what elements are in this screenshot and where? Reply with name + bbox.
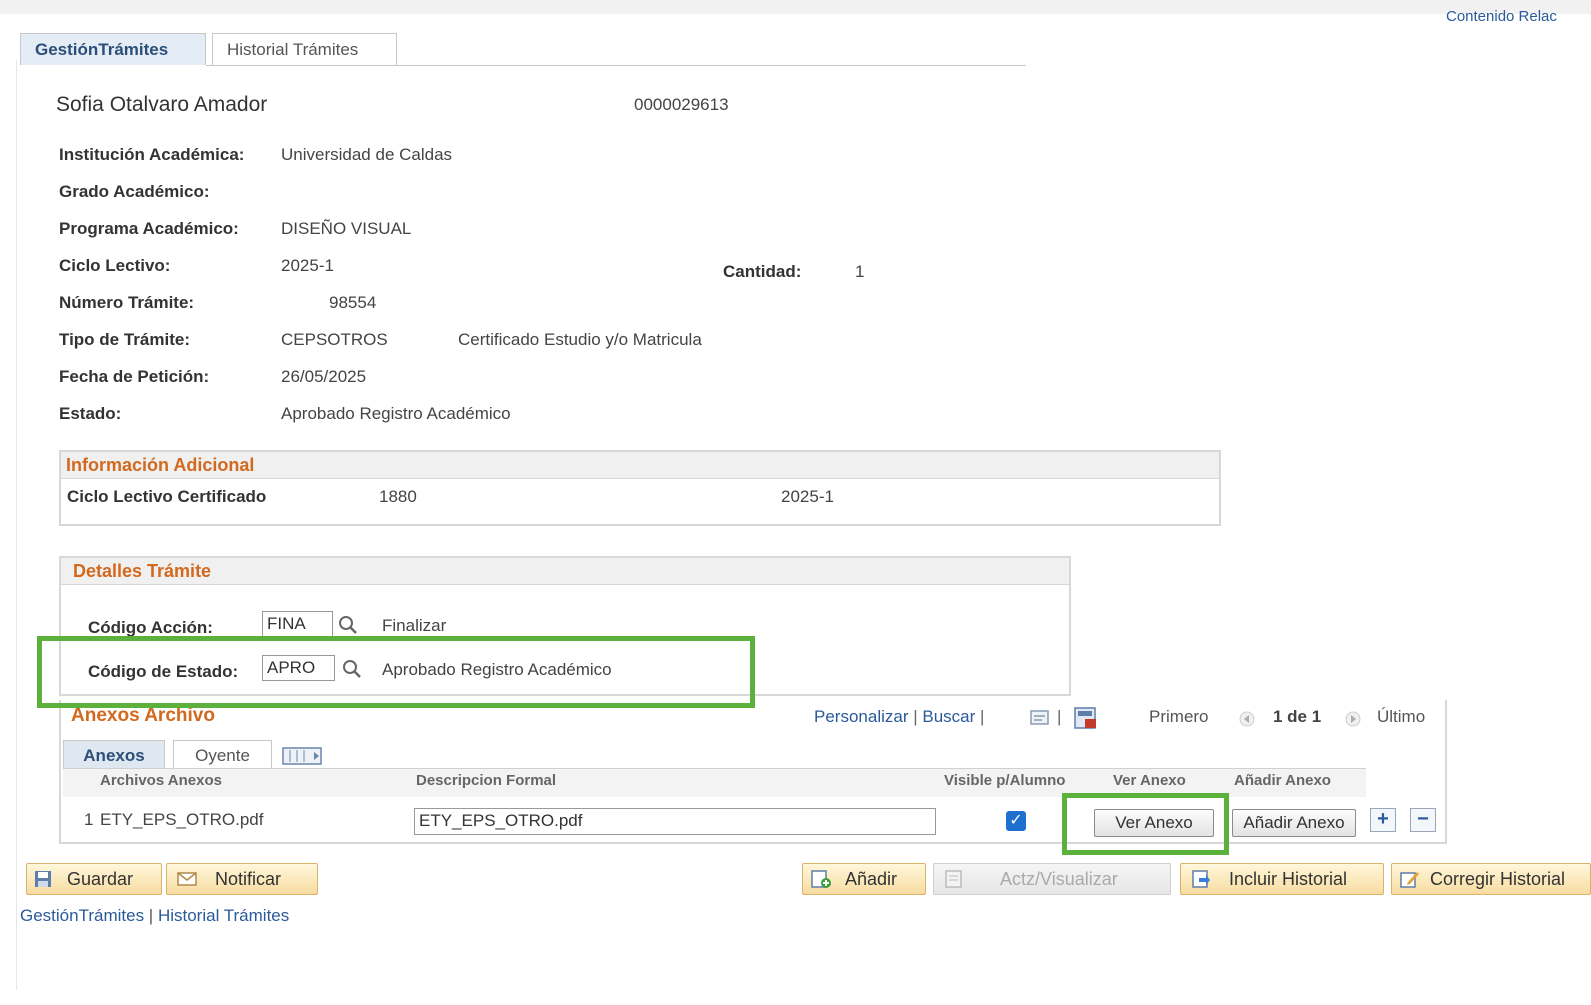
program-label: Programa Académico: bbox=[59, 219, 239, 238]
certified-term-code: 1880 bbox=[379, 487, 417, 506]
search-link[interactable]: Buscar bbox=[922, 707, 975, 726]
toolbar-separator: | bbox=[913, 707, 918, 726]
procedure-type-description: Certificado Estudio y/o Matricula bbox=[458, 330, 702, 349]
highlight-view-attachment bbox=[1062, 793, 1229, 855]
top-strip bbox=[0, 0, 1591, 14]
quantity-value: 1 bbox=[855, 262, 865, 281]
include-history-icon bbox=[1192, 870, 1210, 888]
request-date-label: Fecha de Petición: bbox=[59, 367, 210, 386]
correct-history-label: Corregir Historial bbox=[1430, 869, 1566, 889]
save-button[interactable]: Guardar bbox=[26, 863, 162, 895]
attachments-title: Anexos Archivo bbox=[71, 705, 215, 726]
status-label: Estado: bbox=[59, 404, 122, 423]
action-code-label: Código Acción: bbox=[88, 618, 213, 637]
correct-history-button[interactable]: Corregir Historial bbox=[1391, 863, 1591, 895]
institution-value: Universidad de Caldas bbox=[281, 145, 453, 164]
action-description: Finalizar bbox=[382, 616, 447, 635]
status-value: Aprobado Registro Académico bbox=[281, 404, 511, 423]
notify-label: Notificar bbox=[215, 869, 282, 889]
last-link[interactable]: Último bbox=[1377, 707, 1425, 727]
procedure-number-value: 98554 bbox=[329, 293, 377, 312]
student-name: Sofia Otalvaro Amador bbox=[56, 93, 268, 116]
attachment-filename: ETY_EPS_OTRO.pdf bbox=[100, 810, 264, 829]
certified-term-label: Ciclo Lectivo Certificado bbox=[67, 487, 267, 506]
update-label: Actz/Visualizar bbox=[1000, 869, 1118, 889]
tab-underline bbox=[206, 65, 1026, 66]
procedure-details-title: Detalles Trámite bbox=[61, 558, 1069, 585]
customize-link[interactable]: Personalizar bbox=[814, 707, 909, 726]
save-label: Guardar bbox=[67, 869, 134, 889]
grid-toolbar: Personalizar | Buscar | bbox=[814, 707, 984, 727]
toolbar-separator: | bbox=[980, 707, 985, 726]
additional-info-title: Información Adicional bbox=[61, 452, 1219, 479]
col-visible-alumno: Visible p/Alumno bbox=[944, 772, 1066, 789]
left-divider bbox=[16, 60, 17, 990]
action-lookup-icon[interactable] bbox=[337, 614, 359, 636]
update-icon bbox=[945, 870, 962, 888]
include-history-button[interactable]: Incluir Historial bbox=[1180, 863, 1384, 895]
edit-icon bbox=[1400, 872, 1419, 888]
show-all-columns-icon[interactable] bbox=[282, 745, 326, 767]
toolbar-separator: | bbox=[1057, 707, 1062, 726]
tab-historial-tramites[interactable]: Historial Trámites bbox=[212, 33, 397, 65]
formal-description-input[interactable]: ETY_EPS_OTRO.pdf bbox=[414, 808, 936, 835]
quantity-label: Cantidad: bbox=[723, 262, 802, 281]
view-all-icon[interactable] bbox=[1029, 708, 1051, 728]
previous-page-icon[interactable] bbox=[1239, 711, 1255, 727]
action-code-input[interactable]: FINA bbox=[262, 611, 333, 637]
grade-label: Grado Académico: bbox=[59, 182, 210, 201]
visible-checkbox[interactable]: ✓ bbox=[1006, 811, 1026, 831]
include-history-label: Incluir Historial bbox=[1229, 869, 1348, 889]
certified-term-value: 2025-1 bbox=[781, 487, 834, 506]
add-row-button[interactable]: + bbox=[1370, 808, 1396, 832]
page-range: 1 de 1 bbox=[1273, 707, 1322, 726]
col-descripcion-formal: Descripcion Formal bbox=[416, 772, 557, 789]
program-value: DISEÑO VISUAL bbox=[281, 219, 412, 238]
highlight-status-code bbox=[37, 636, 755, 708]
footer-link-gestion[interactable]: GestiónTrámites bbox=[20, 906, 144, 925]
procedure-number-label: Número Trámite: bbox=[59, 293, 195, 312]
add-button[interactable]: Añadir bbox=[802, 863, 926, 895]
next-page-icon[interactable] bbox=[1345, 711, 1361, 727]
request-date-value: 26/05/2025 bbox=[281, 367, 367, 386]
envelope-icon bbox=[177, 872, 197, 886]
col-ver-anexo: Ver Anexo bbox=[1113, 772, 1186, 789]
notify-button[interactable]: Notificar bbox=[166, 863, 318, 895]
save-icon bbox=[35, 871, 51, 887]
footer-links: GestiónTrámites | Historial Trámites bbox=[20, 906, 289, 926]
related-content-link[interactable]: Contenido Relac bbox=[1446, 8, 1591, 25]
term-value: 2025-1 bbox=[281, 256, 334, 275]
add-label: Añadir bbox=[845, 869, 898, 889]
term-label: Ciclo Lectivo: bbox=[59, 256, 171, 275]
footer-link-historial[interactable]: Historial Trámites bbox=[158, 906, 289, 925]
delete-row-button[interactable]: − bbox=[1410, 808, 1436, 832]
add-icon bbox=[811, 870, 831, 888]
col-archivos-anexos: Archivos Anexos bbox=[100, 772, 222, 789]
row-number: 1 bbox=[84, 810, 94, 829]
first-link[interactable]: Primero bbox=[1149, 707, 1209, 727]
additional-info-box: Información Adicional Ciclo Lectivo Cert… bbox=[59, 450, 1221, 526]
update-display-button[interactable]: Actz/Visualizar bbox=[933, 863, 1171, 895]
add-attachment-button[interactable]: Añadir Anexo bbox=[1232, 809, 1356, 837]
procedure-type-label: Tipo de Trámite: bbox=[59, 330, 190, 349]
procedure-type-value: CEPSOTROS bbox=[281, 330, 388, 349]
download-excel-icon[interactable] bbox=[1073, 706, 1099, 730]
col-anadir-anexo: Añadir Anexo bbox=[1234, 772, 1331, 789]
footer-separator: | bbox=[144, 906, 158, 925]
institution-label: Institución Académica: bbox=[59, 145, 245, 164]
tab-gestion-tramites[interactable]: GestiónTrámites bbox=[20, 33, 206, 65]
student-id: 0000029613 bbox=[634, 95, 729, 114]
subtab-anexos[interactable]: Anexos bbox=[63, 740, 165, 770]
subtab-oyente[interactable]: Oyente bbox=[173, 740, 272, 770]
